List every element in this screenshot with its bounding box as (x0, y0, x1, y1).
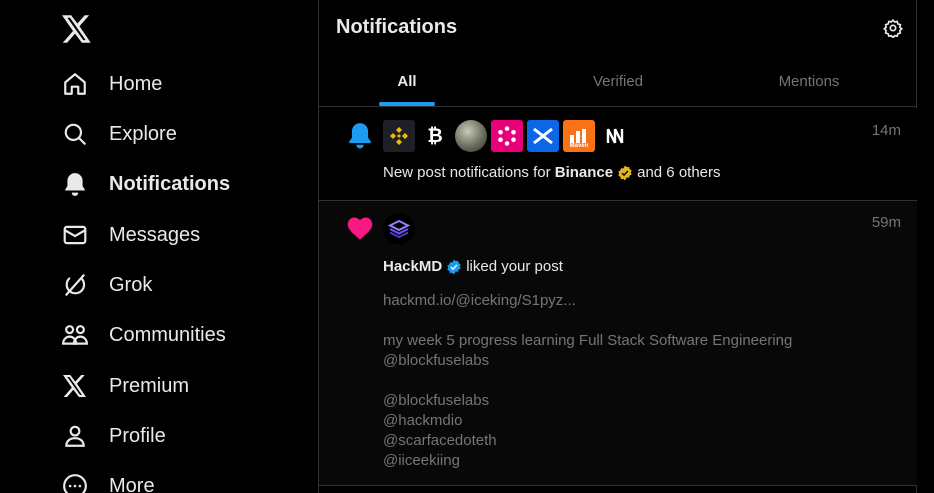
sidebar-item-premium[interactable]: Premium (58, 364, 189, 408)
sidebar-item-messages[interactable]: Messages (58, 213, 200, 257)
tab-all[interactable]: All (319, 56, 495, 106)
post-line: my week 5 progress learning Full Stack S… (383, 332, 793, 349)
sidebar-item-label: Premium (109, 374, 190, 397)
notification-text: New post notifications for Binance and 6… (383, 164, 721, 181)
x-icon (58, 369, 92, 403)
active-tab-indicator (379, 102, 435, 106)
avatar-row: ₿ Maven (383, 120, 631, 152)
blue-verified-badge-icon (446, 259, 462, 275)
notification-action: liked your post (466, 258, 563, 275)
notification-suffix: and 6 others (637, 164, 721, 181)
post-line: @hackmdio (383, 412, 463, 429)
sidebar-item-label: Notifications (109, 172, 231, 195)
notification-time[interactable]: 14m (872, 122, 901, 139)
sidebar-item-label: More (109, 474, 155, 493)
envelope-icon (58, 218, 92, 252)
sidebar-item-notifications[interactable]: Notifications (58, 162, 230, 206)
sidebar-item-label: Communities (109, 323, 226, 346)
polkadot-avatar[interactable] (491, 120, 523, 152)
bitcoin-avatar[interactable]: ₿ (419, 120, 451, 152)
account-name[interactable]: Binance (555, 164, 613, 181)
communities-icon (58, 318, 92, 352)
notification-tabs: All Verified Mentions (319, 56, 917, 107)
sidebar-item-label: Profile (109, 424, 166, 447)
hackmd-avatar[interactable] (383, 213, 415, 245)
tab-mentions[interactable]: Mentions (709, 56, 909, 106)
notification-item[interactable]: 59m HackMD liked your post hackmd.io/@ic… (319, 201, 917, 486)
more-icon (58, 469, 92, 493)
sidebar: Home Explore Notifications Messages Grok (0, 0, 318, 493)
post-line (383, 371, 792, 391)
sidebar-item-grok[interactable]: Grok (58, 263, 152, 307)
sidebar-item-label: Explore (109, 122, 177, 145)
post-line: @scarfacedoteth (383, 432, 497, 449)
wn-avatar[interactable] (599, 120, 631, 152)
post-line: @blockfuselabs (383, 352, 490, 369)
notifications-column: Notifications All Verified Mentions ₿ Ma… (318, 0, 917, 493)
sidebar-item-home[interactable]: Home (58, 62, 162, 106)
sidebar-item-label: Home (109, 72, 163, 95)
photo-avatar[interactable] (455, 120, 487, 152)
liked-post-preview[interactable]: hackmd.io/@iceking/S1pyz... my week 5 pr… (383, 291, 792, 471)
sidebar-item-more[interactable]: More (58, 464, 155, 493)
heart-icon (346, 214, 374, 242)
sidebar-item-communities[interactable]: Communities (58, 313, 226, 357)
tab-verified[interactable]: Verified (518, 56, 718, 106)
sidebar-item-profile[interactable]: Profile (58, 414, 166, 458)
sidebar-item-label: Messages (109, 223, 201, 246)
account-name[interactable]: HackMD (383, 258, 442, 275)
notification-time[interactable]: 59m (872, 214, 901, 231)
post-line: @blockfuselabs (383, 392, 490, 409)
swap-avatar[interactable] (527, 120, 559, 152)
app: Home Explore Notifications Messages Grok (0, 0, 934, 493)
sidebar-item-explore[interactable]: Explore (58, 112, 177, 156)
maven-avatar-text: Maven (569, 143, 589, 149)
notification-text: HackMD liked your post (383, 258, 563, 275)
post-line: hackmd.io/@iceking/S1pyz... (383, 292, 576, 309)
notification-prefix: New post notifications for (383, 164, 551, 181)
person-icon (58, 419, 92, 453)
gold-verified-badge-icon (617, 165, 633, 181)
bell-icon (58, 167, 92, 201)
grok-icon (58, 268, 92, 302)
bell-icon (346, 121, 374, 149)
settings-gear-icon[interactable] (882, 17, 904, 39)
sidebar-item-label: Grok (109, 273, 153, 296)
search-icon (58, 117, 92, 151)
post-line: @iiceekiing (383, 452, 460, 469)
post-line (383, 311, 792, 331)
binance-avatar[interactable] (383, 120, 415, 152)
x-logo-icon[interactable] (60, 12, 94, 46)
home-icon (58, 67, 92, 101)
maven-avatar[interactable]: Maven (563, 120, 595, 152)
page-title: Notifications (336, 16, 458, 38)
notification-item[interactable]: ₿ Maven 14m New post notifications for B… (319, 108, 917, 201)
